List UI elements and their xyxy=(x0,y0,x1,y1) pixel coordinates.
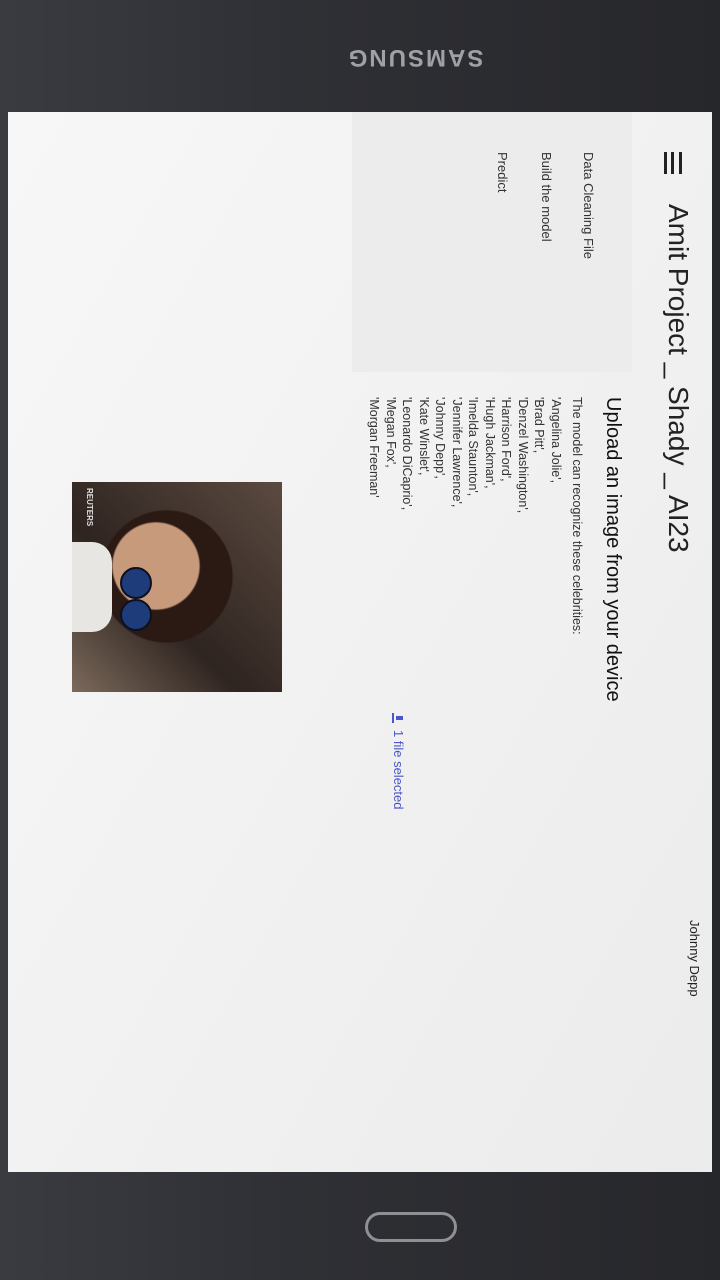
device-brand: SAMSUNG xyxy=(346,44,484,71)
list-item: 'Morgan Freeman' xyxy=(367,397,382,498)
list-item: 'Johnny Depp', xyxy=(433,397,448,479)
list-item: 'Jennifer Lawrence', xyxy=(450,397,464,508)
app-header: Amit Project _ Shady _ AI23 xyxy=(632,112,712,1172)
shirt-shape xyxy=(72,542,112,632)
intro-text: The model can recognize these celebritie… xyxy=(570,397,584,635)
list-item: 'Megan Fox', xyxy=(384,397,398,468)
sidebar-item-data-cleaning[interactable]: Data Cleaning File xyxy=(581,152,596,259)
sunglasses-lens-left xyxy=(120,567,152,599)
list-item: 'Kate Winslet', xyxy=(417,397,431,476)
sidebar-item-build-model[interactable]: Build the model xyxy=(539,152,554,242)
list-item: 'Angelina Jolie', xyxy=(549,397,563,484)
app-title: Amit Project _ Shady _ AI23 xyxy=(663,204,694,553)
hamburger-menu-icon[interactable] xyxy=(664,152,682,174)
list-item: 'Denzel Washington', xyxy=(516,397,530,514)
list-item: 'Imelda Staunton', xyxy=(466,397,481,497)
screen: Amit Project _ Shady _ AI23 Data Cleanin… xyxy=(8,112,712,1172)
page-title: Upload an image from your device xyxy=(602,397,624,702)
prediction-result: Johnny Depp xyxy=(687,920,702,997)
home-button[interactable] xyxy=(365,1212,457,1242)
photo-watermark: REUTERS xyxy=(85,488,94,527)
list-item: 'Brad Pitt', xyxy=(532,397,547,454)
list-item: 'Leonardo DiCaprio', xyxy=(400,397,415,511)
sidebar: Data Cleaning File Build the model Predi… xyxy=(352,112,632,372)
sunglasses-lens-right xyxy=(120,599,152,631)
upload-status: 1 file selected xyxy=(391,730,406,810)
app-viewport: Amit Project _ Shady _ AI23 Data Cleanin… xyxy=(8,112,712,1172)
file-upload-control[interactable]: 1 file selected xyxy=(391,712,406,810)
upload-icon xyxy=(393,712,405,724)
sidebar-item-predict[interactable]: Predict xyxy=(495,152,510,192)
uploaded-photo: REUTERS xyxy=(72,482,282,692)
list-item: 'Hugh Jackman', xyxy=(483,397,497,489)
celebrity-list: 'Angelina Jolie', 'Brad Pitt', 'Denzel W… xyxy=(366,397,564,513)
list-item: 'Harrison Ford', xyxy=(499,397,514,482)
